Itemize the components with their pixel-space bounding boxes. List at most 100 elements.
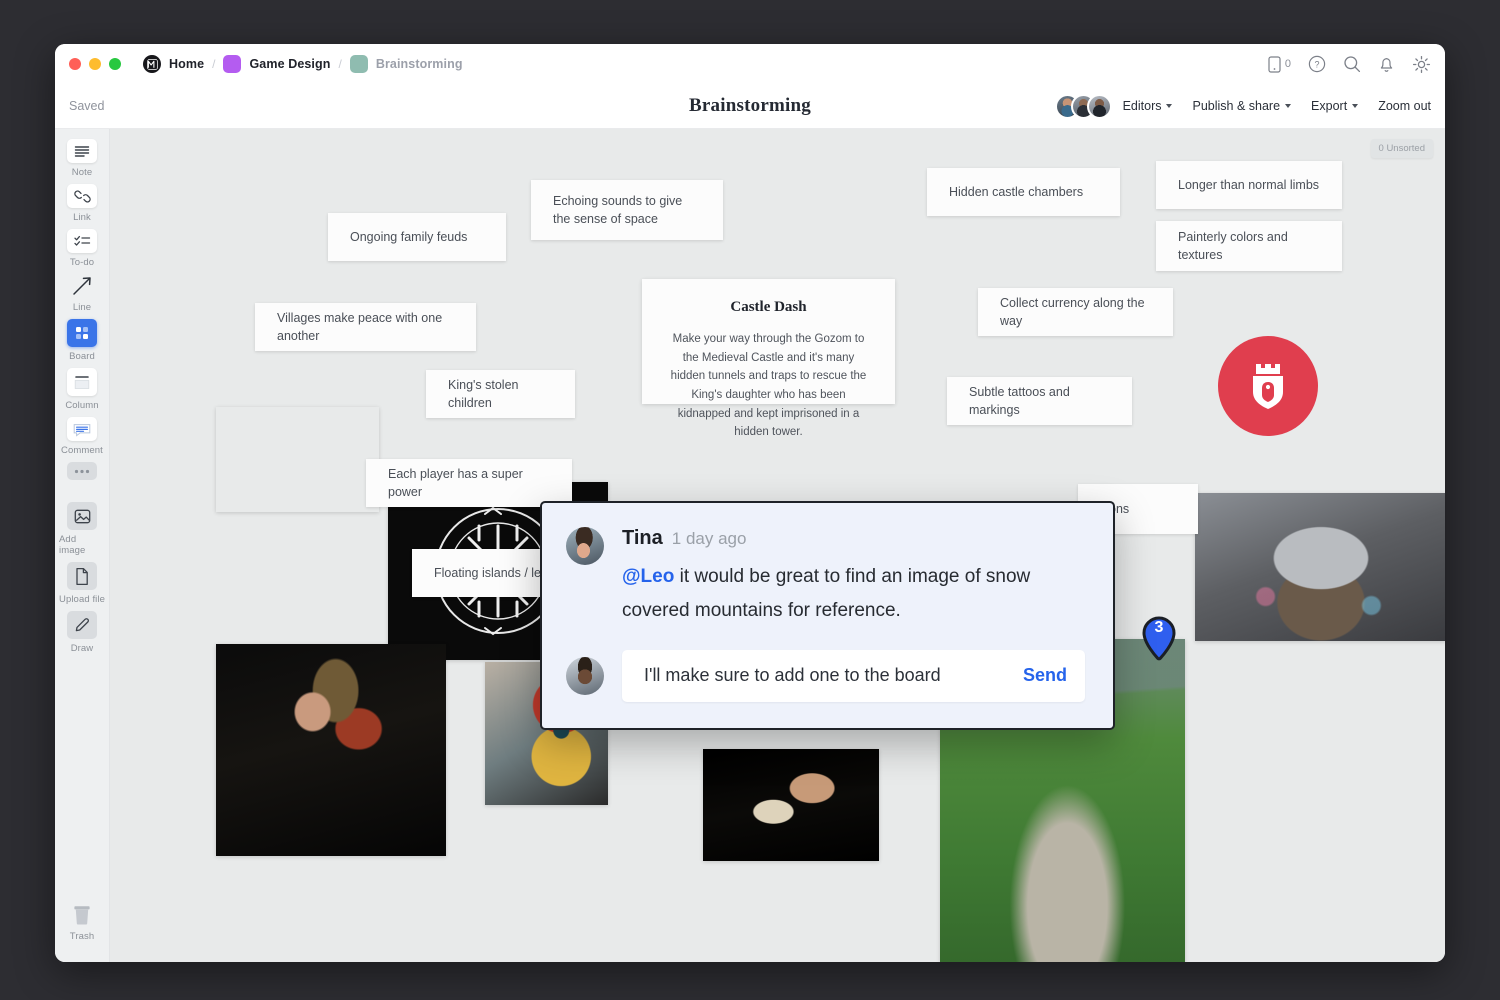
note-text: Painterly colors and textures [1178, 228, 1320, 264]
tool-add-image[interactable]: Add image [59, 502, 105, 556]
avatar [566, 657, 604, 695]
tool-link[interactable]: Link [59, 184, 105, 223]
breadcrumb-item-home[interactable]: Home [143, 55, 204, 73]
sticky-note[interactable]: Hidden castle chambers [927, 168, 1120, 216]
tool-todo[interactable]: To-do [59, 229, 105, 268]
sticky-note[interactable]: Each player has a super power [366, 459, 572, 507]
tool-line[interactable]: Line [59, 274, 105, 313]
board-canvas[interactable]: 0 Unsorted [110, 129, 1445, 962]
tool-label: Upload file [59, 594, 105, 605]
comment-body: @Leo it would be great to find an image … [622, 560, 1085, 628]
tool-more[interactable] [59, 462, 105, 480]
reply-input-wrapper[interactable]: I'll make sure to add one to the board S… [622, 650, 1085, 702]
tool-note[interactable]: Note [59, 139, 105, 178]
sticky-note[interactable]: Painterly colors and textures [1156, 221, 1342, 271]
tool-label: Add image [59, 534, 105, 556]
zoom-out-label: Zoom out [1378, 99, 1431, 113]
note-text: Collect currency along the way [1000, 294, 1151, 330]
sub-header: Saved Brainstorming Editors Publish & sh… [55, 84, 1445, 129]
breadcrumb-label-home: Home [169, 57, 204, 71]
zoom-out-button[interactable]: Zoom out [1378, 99, 1431, 113]
tool-label: Draw [71, 643, 94, 654]
link-icon [67, 184, 97, 208]
note-text: Ongoing family feuds [350, 228, 467, 246]
comment-author: Tina [622, 527, 663, 550]
board-icon [67, 319, 97, 347]
note-icon [67, 139, 97, 163]
arrows-photo[interactable] [703, 749, 879, 861]
note-text: King's stolen children [448, 376, 553, 412]
note-text: Subtle tattoos and markings [969, 383, 1110, 419]
send-button[interactable]: Send [1023, 665, 1067, 686]
draw-icon [67, 611, 97, 639]
window-controls[interactable] [69, 58, 121, 70]
breadcrumb-item-brainstorming[interactable]: Brainstorming [350, 55, 463, 73]
breadcrumb-item-game-design[interactable]: Game Design [223, 55, 330, 73]
note-text: Longer than normal limbs [1178, 176, 1319, 194]
tool-label: To-do [70, 257, 94, 268]
app-logo-icon [143, 55, 161, 73]
sticky-note[interactable]: Collect currency along the way [978, 288, 1173, 336]
avatar [1087, 94, 1112, 119]
line-icon [67, 274, 97, 298]
maximize-window-button[interactable] [109, 58, 121, 70]
chevron-down-icon [1352, 104, 1358, 108]
note-text: Each player has a super power [388, 465, 550, 501]
more-icon [67, 462, 97, 480]
breadcrumb-separator: / [212, 57, 215, 71]
tool-comment[interactable]: Comment [59, 417, 105, 456]
editor-avatars [1055, 94, 1112, 119]
search-icon[interactable] [1343, 55, 1361, 73]
project-chip-icon [223, 55, 241, 73]
minimize-window-button[interactable] [89, 58, 101, 70]
breadcrumb-label-game-design: Game Design [249, 57, 330, 71]
help-icon[interactable]: ? [1308, 55, 1326, 73]
publish-share-menu[interactable]: Publish & share [1192, 99, 1291, 113]
sticky-note[interactable]: Subtle tattoos and markings [947, 377, 1132, 425]
close-window-button[interactable] [69, 58, 81, 70]
tool-trash[interactable]: Trash [59, 901, 105, 942]
idea-card[interactable]: Castle Dash Make your way through the Go… [642, 279, 895, 404]
tool-draw[interactable]: Draw [59, 611, 105, 654]
add-image-icon [67, 502, 97, 530]
woman-headdress-photo[interactable] [216, 644, 446, 856]
editors-menu[interactable]: Editors [1055, 94, 1173, 119]
tool-column[interactable]: Column [59, 368, 105, 411]
export-menu[interactable]: Export [1311, 99, 1358, 113]
mention-link[interactable]: @Leo [622, 566, 674, 587]
sticky-note[interactable]: Echoing sounds to give the sense of spac… [531, 180, 723, 240]
comment-popup[interactable]: Tina 1 day ago @Leo it would be great to… [540, 501, 1115, 730]
gear-icon[interactable] [1412, 55, 1431, 74]
tool-board[interactable]: Board [59, 319, 105, 362]
chevron-down-icon [1166, 104, 1172, 108]
editors-label: Editors [1123, 99, 1162, 113]
sticky-note[interactable]: Villages make peace with one another [255, 303, 476, 351]
mobile-count: 0 [1285, 58, 1291, 70]
card-body: Make your way through the Gozom to the M… [666, 330, 871, 442]
comment-timestamp: 1 day ago [672, 529, 747, 549]
coins-photo[interactable] [216, 407, 379, 512]
export-label: Export [1311, 99, 1347, 113]
note-text: Echoing sounds to give the sense of spac… [553, 192, 701, 228]
sticky-note[interactable]: King's stolen children [426, 370, 575, 418]
tool-upload-file[interactable]: Upload file [59, 562, 105, 605]
breadcrumb: Home / Game Design / Brainstorming [143, 55, 463, 73]
tool-label: Trash [70, 931, 94, 942]
viking-warrior-photo[interactable] [1195, 493, 1445, 641]
bell-icon[interactable] [1378, 55, 1395, 73]
comment-pin-count: 3 [1140, 619, 1178, 637]
comment-message: it would be great to find an image of sn… [622, 566, 1030, 621]
unsorted-chip[interactable]: 0 Unsorted [1371, 139, 1433, 158]
sub-header-actions: Editors Publish & share Export Zoom out [1055, 94, 1431, 119]
comment-header: Tina 1 day ago [622, 527, 1085, 550]
castle-shield-badge[interactable] [1218, 336, 1318, 436]
reply-input[interactable]: I'll make sure to add one to the board [644, 665, 941, 686]
sticky-note[interactable]: Longer than normal limbs [1156, 161, 1342, 209]
mobile-preview-button[interactable]: 0 [1268, 56, 1291, 73]
note-text: Villages make peace with one another [277, 309, 454, 345]
comment-pin-marker[interactable]: 3 [1140, 616, 1178, 662]
title-bar: Home / Game Design / Brainstorming 0 ? [55, 44, 1445, 84]
sticky-note[interactable]: Ongoing family feuds [328, 213, 506, 261]
avatar [566, 527, 604, 565]
board-chip-icon [350, 55, 368, 73]
